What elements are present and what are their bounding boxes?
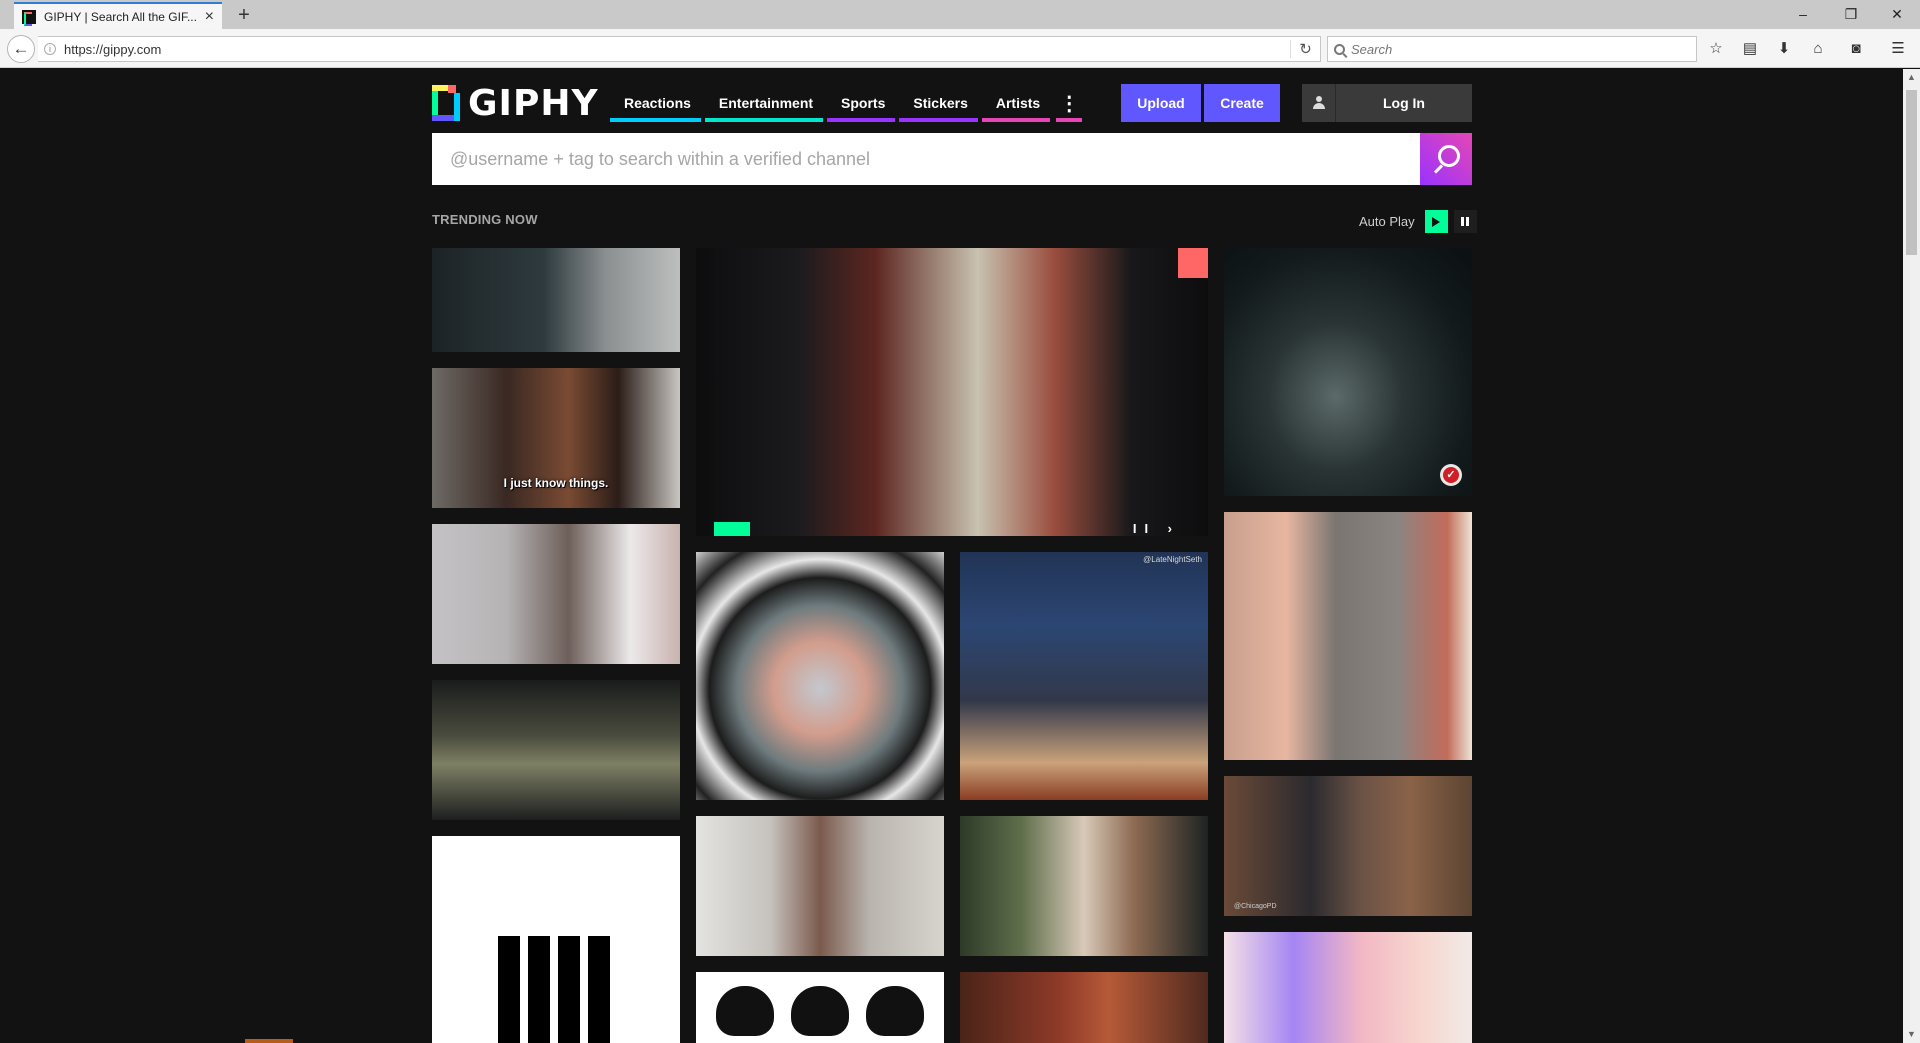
close-window-button[interactable]: ✕ xyxy=(1874,0,1920,29)
reload-icon[interactable]: ↻ xyxy=(1290,40,1320,58)
login-label: Log In xyxy=(1383,95,1425,111)
download-icon[interactable]: ⬇ xyxy=(1774,39,1794,59)
user-icon xyxy=(1302,84,1336,122)
gif-tile[interactable]: @LateNightSeth xyxy=(960,552,1208,800)
close-tab-icon[interactable]: × xyxy=(205,8,214,25)
gif-tile[interactable] xyxy=(1224,512,1472,760)
nav-label: Stickers xyxy=(913,95,968,111)
gif-tile[interactable]: @ChicagoPD xyxy=(1224,776,1472,916)
login-button[interactable]: Log In xyxy=(1302,84,1472,122)
gif-tile[interactable]: ✓ xyxy=(1224,248,1472,496)
giphy-favicon-icon xyxy=(22,9,36,26)
giphy-logo[interactable]: GIPHY xyxy=(432,82,599,124)
gif-search-bar xyxy=(432,133,1472,185)
browser-tabbar: GIPHY | Search All the GIF... × + – ❐ ✕ xyxy=(0,0,1920,29)
nav-label: Entertainment xyxy=(718,95,814,111)
nav-sports[interactable]: Sports xyxy=(827,84,899,122)
download-progress xyxy=(245,1039,293,1043)
gif-search-input[interactable] xyxy=(432,133,1420,185)
browser-tab[interactable]: GIPHY | Search All the GIF... × xyxy=(14,2,222,29)
clipboard-icon[interactable]: ▤ xyxy=(1740,39,1760,59)
verified-badge-icon: ✓ xyxy=(1440,464,1462,486)
nav-label: Artists xyxy=(995,95,1041,111)
search-icon xyxy=(1334,43,1345,55)
cat-shape xyxy=(716,986,774,1036)
favorite-icon[interactable] xyxy=(1178,248,1208,278)
gif-tile[interactable]: I just know things. xyxy=(432,368,680,508)
gif-tile[interactable] xyxy=(432,680,680,820)
scroll-down-icon[interactable]: ▼ xyxy=(1903,1026,1920,1043)
browser-navbar: ← i https://gippy.com ↻ ☆ ▤ ⬇ ⌂ ◙ ☰ xyxy=(0,29,1920,68)
restore-button[interactable]: ❐ xyxy=(1828,0,1874,29)
address-bar[interactable]: i https://gippy.com ↻ xyxy=(38,36,1321,62)
autoplay-controls: Auto Play xyxy=(1359,210,1477,233)
search-icon xyxy=(1438,145,1460,167)
create-button[interactable]: Create xyxy=(1204,84,1280,122)
nav-underline xyxy=(981,118,1051,122)
scrollbar-thumb[interactable] xyxy=(1906,90,1917,255)
nav-underline xyxy=(899,118,978,122)
pixel-blocks-image xyxy=(498,936,618,1043)
trending-heading: TRENDING NOW xyxy=(432,212,538,227)
gif-caption: I just know things. xyxy=(503,476,609,490)
gif-tile[interactable] xyxy=(960,972,1208,1043)
nav-label: Sports xyxy=(841,95,886,111)
back-button[interactable]: ← xyxy=(7,35,35,63)
nav-reactions[interactable]: Reactions xyxy=(610,84,705,122)
site-header: GIPHY Reactions Entertainment Sports Sti… xyxy=(432,82,1472,124)
nav-label: Reactions xyxy=(624,95,691,111)
giphy-page: GIPHY Reactions Entertainment Sports Sti… xyxy=(0,69,1903,1043)
main-nav: Reactions Entertainment Sports Stickers … xyxy=(610,84,1084,122)
gif-tile[interactable] xyxy=(696,552,944,800)
tab-title: GIPHY | Search All the GIF... xyxy=(44,9,197,24)
more-options-icon[interactable]: ⋮ xyxy=(1054,84,1084,122)
nav-stickers[interactable]: Stickers xyxy=(899,84,981,122)
browser-search-input[interactable] xyxy=(1351,41,1651,57)
pause-icon[interactable] xyxy=(1453,210,1477,233)
new-tab-button[interactable]: + xyxy=(232,2,256,28)
upload-button[interactable]: Upload xyxy=(1121,84,1201,122)
info-icon[interactable]: i xyxy=(44,43,56,55)
nav-entertainment[interactable]: Entertainment xyxy=(704,84,827,122)
nav-artists[interactable]: Artists xyxy=(981,84,1054,122)
menu-icon[interactable]: ☰ xyxy=(1888,39,1908,59)
gif-watermark: @ChicagoPD xyxy=(1234,903,1277,910)
search-button[interactable] xyxy=(1420,133,1472,185)
home-icon[interactable]: ⌂ xyxy=(1808,39,1828,59)
pocket-icon[interactable]: ◙ xyxy=(1846,39,1866,59)
gif-tile[interactable] xyxy=(1224,932,1472,1043)
gif-tile[interactable] xyxy=(960,816,1208,956)
gif-tile[interactable] xyxy=(432,524,680,664)
giphy-logo-icon xyxy=(432,85,460,121)
minimize-button[interactable]: – xyxy=(1780,0,1826,29)
gif-tile-featured[interactable]: II › xyxy=(696,248,1208,536)
url-text[interactable]: https://gippy.com xyxy=(64,42,1290,57)
logo-text: GIPHY xyxy=(468,82,599,124)
player-controls[interactable]: II › xyxy=(1133,521,1180,536)
nav-underline xyxy=(827,118,896,122)
gif-tile[interactable] xyxy=(432,836,680,1043)
star-icon[interactable]: ☆ xyxy=(1706,39,1726,59)
scroll-up-icon[interactable]: ▲ xyxy=(1903,69,1920,86)
play-icon[interactable] xyxy=(1424,210,1448,233)
gif-tile[interactable] xyxy=(696,972,944,1043)
gif-tile[interactable] xyxy=(696,816,944,956)
gif-watermark: @LateNightSeth xyxy=(1143,555,1202,564)
autoplay-label: Auto Play xyxy=(1359,214,1415,229)
cat-shape xyxy=(791,986,849,1036)
nav-underline xyxy=(610,118,701,122)
nav-underline xyxy=(704,118,824,122)
progress-indicator xyxy=(714,522,750,536)
gif-tile[interactable] xyxy=(432,248,680,352)
cat-shape xyxy=(866,986,924,1036)
browser-search-box[interactable] xyxy=(1327,36,1697,62)
